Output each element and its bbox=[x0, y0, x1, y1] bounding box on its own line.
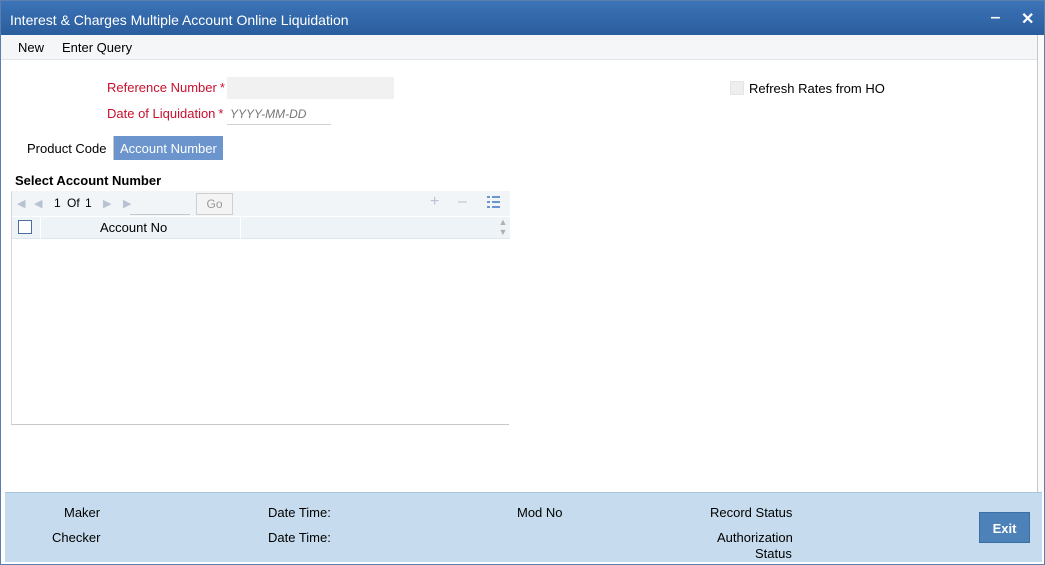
minimize-icon[interactable]: ‒ bbox=[991, 9, 1000, 27]
exit-button[interactable]: Exit bbox=[979, 512, 1030, 543]
pager-of: Of bbox=[67, 196, 80, 210]
reference-number-label: Reference Number * bbox=[107, 80, 225, 95]
menu-bar: New Enter Query bbox=[1, 35, 1044, 60]
date-of-liquidation-label-text: Date of Liquidation bbox=[107, 106, 216, 121]
liquidation-window: Interest & Charges Multiple Account Onli… bbox=[0, 0, 1045, 565]
minus-icon[interactable]: – bbox=[458, 193, 467, 211]
required-marker: * bbox=[219, 80, 225, 95]
select-all-checkbox[interactable] bbox=[18, 220, 32, 234]
grid-scrollbar[interactable]: ▲ ▼ bbox=[496, 217, 510, 247]
record-status-label: Record Status bbox=[710, 505, 793, 520]
list-view-icon[interactable] bbox=[487, 196, 500, 208]
window-title: Interest & Charges Multiple Account Onli… bbox=[10, 12, 349, 28]
refresh-rates-checkbox[interactable] bbox=[730, 81, 744, 95]
refresh-rates-label: Refresh Rates from HO bbox=[749, 81, 885, 96]
scroll-up-icon[interactable]: ▲ bbox=[496, 217, 510, 227]
checker-label: Checker bbox=[52, 530, 101, 545]
column-divider bbox=[240, 217, 241, 239]
reference-number-label-text: Reference Number bbox=[107, 80, 217, 95]
previous-page-icon[interactable]: ◀ bbox=[34, 197, 42, 210]
account-grid: ◀​ ◀ 1 Of 1 ▶ ▶ Go + – Account No ▲ ▼ bbox=[11, 191, 510, 425]
go-button[interactable]: Go bbox=[196, 193, 233, 215]
page-number-field[interactable] bbox=[130, 214, 190, 215]
next-page-icon[interactable]: ▶ bbox=[103, 197, 111, 210]
maker-date-time-label: Date Time: bbox=[268, 505, 331, 520]
enter-query-menu-item[interactable]: Enter Query bbox=[62, 40, 132, 55]
grid-toolbar: ◀​ ◀ 1 Of 1 ▶ ▶ Go + – bbox=[12, 191, 510, 216]
reference-number-input[interactable] bbox=[227, 77, 394, 99]
mod-no-label: Mod No bbox=[517, 505, 563, 520]
pager-total: 1 bbox=[85, 196, 92, 210]
date-of-liquidation-label: Date of Liquidation * bbox=[107, 106, 223, 121]
plus-icon[interactable]: + bbox=[430, 193, 439, 211]
maker-label: Maker bbox=[64, 505, 101, 520]
tab-product-code[interactable]: Product Code bbox=[21, 136, 114, 160]
window-scrollbar[interactable] bbox=[1037, 35, 1044, 492]
audit-footer: Maker Checker Date Time: Date Time: Mod … bbox=[5, 492, 1042, 562]
account-no-column-header[interactable]: Account No bbox=[100, 220, 167, 235]
required-marker: * bbox=[218, 106, 224, 121]
title-bar: Interest & Charges Multiple Account Onli… bbox=[1, 1, 1044, 35]
checker-date-time-label: Date Time: bbox=[268, 530, 331, 545]
new-menu-item[interactable]: New bbox=[18, 40, 44, 55]
pager-current: 1 bbox=[54, 196, 61, 210]
authorization-label: Authorization bbox=[717, 530, 793, 545]
section-title: Select Account Number bbox=[15, 173, 162, 188]
column-divider bbox=[40, 217, 41, 239]
close-icon[interactable]: ✕ bbox=[1021, 9, 1034, 29]
grid-header-row: Account No bbox=[12, 217, 510, 239]
tab-account-number[interactable]: Account Number bbox=[114, 136, 223, 160]
last-page-icon[interactable]: ▶ bbox=[123, 197, 131, 210]
scroll-down-icon[interactable]: ▼ bbox=[496, 227, 510, 237]
authorization-status-label: Status bbox=[755, 546, 792, 561]
date-of-liquidation-input[interactable] bbox=[227, 103, 331, 125]
first-page-icon[interactable]: ◀​ bbox=[17, 197, 25, 210]
